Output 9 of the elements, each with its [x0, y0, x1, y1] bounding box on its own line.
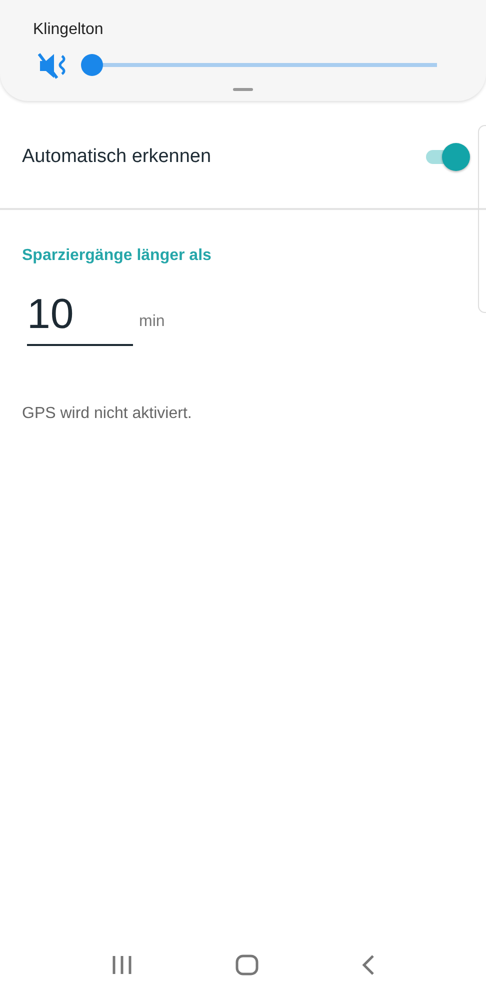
slider-thumb[interactable] [81, 54, 103, 76]
gps-note: GPS wird nicht aktiviert. [22, 404, 193, 424]
toggle-switch[interactable] [424, 143, 470, 171]
minutes-field[interactable]: 10 [27, 290, 133, 346]
drag-handle[interactable] [233, 88, 253, 91]
setting-label: Automatisch erkennen [22, 144, 212, 169]
unit-label: min [139, 312, 165, 332]
section-heading: Sparziergänge länger als [22, 246, 212, 266]
volume-label: Klingelton [33, 20, 104, 40]
